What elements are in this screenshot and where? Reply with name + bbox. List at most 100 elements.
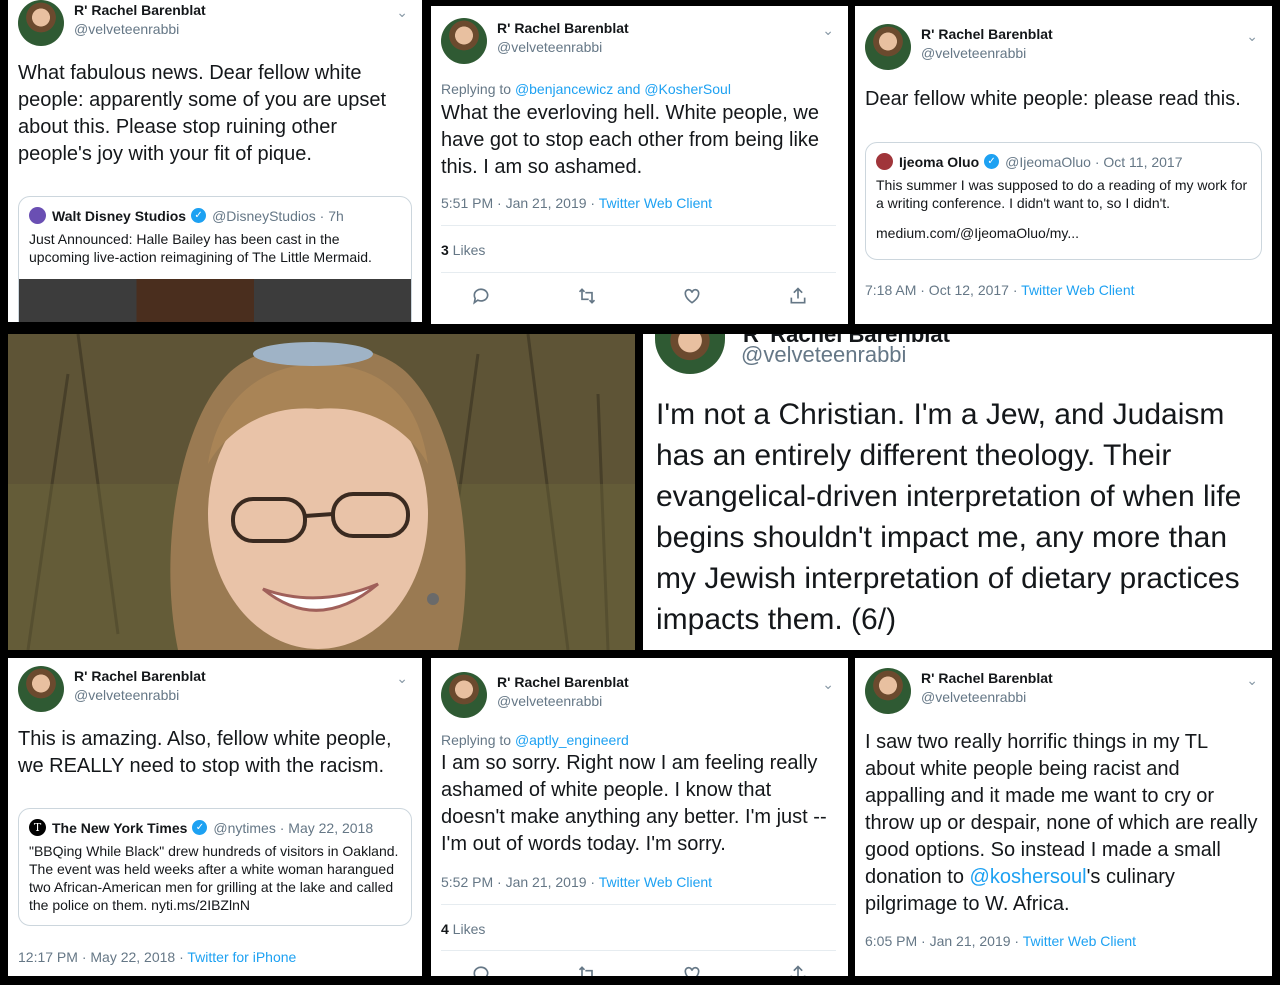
client-link[interactable]: Twitter Web Client (1023, 933, 1136, 949)
tweet-header: R' Rachel Barenblat @velveteenrabbi (865, 24, 1053, 70)
tweet-text-part-a: I saw two really horrific things in my T… (865, 731, 1258, 888)
tweet-meta: 12:17 PM · May 22, 2018 · Twitter for iP… (18, 949, 296, 965)
like-heart-icon[interactable] (682, 964, 702, 976)
author-name[interactable]: R' Rachel Barenblat (74, 668, 206, 684)
quoted-author-handle: @nytimes · May 22, 2018 (213, 819, 374, 836)
divider (441, 272, 836, 273)
ijeoma-avatar-icon (876, 153, 893, 170)
chevron-down-icon[interactable]: ⌄ (396, 4, 408, 21)
tweet-header: R' Rachel Barenblat @velveteenrabbi (441, 18, 629, 64)
client-link[interactable]: Twitter Web Client (1021, 282, 1134, 298)
disney-avatar-icon (29, 207, 46, 224)
verified-badge-icon: ✓ (191, 208, 207, 223)
quoted-author-handle: @IjeomaOluo · Oct 11, 2017 (1005, 153, 1183, 170)
replying-to: Replying to @aptly_engineerd (441, 732, 629, 748)
reply-icon[interactable] (471, 964, 491, 976)
tweet-meta: 5:52 PM · Jan 21, 2019 · Twitter Web Cli… (441, 874, 712, 890)
client-link[interactable]: Twitter for iPhone (187, 949, 296, 965)
quoted-author-name: The New York Times (52, 819, 188, 836)
like-heart-icon[interactable] (682, 286, 702, 306)
tweet-actions (471, 286, 808, 306)
quoted-tweet[interactable]: Ijeoma Oluo ✓ @IjeomaOluo · Oct 11, 2017… (865, 142, 1262, 260)
portrait-illustration (8, 334, 635, 650)
chevron-down-icon[interactable]: ⌄ (1246, 28, 1258, 45)
tweet-header: R' Rachel Barenblat @velveteenrabbi (865, 668, 1053, 714)
reply-mentions-link[interactable]: @aptly_engineerd (515, 732, 629, 748)
avatar[interactable] (18, 666, 64, 712)
replying-to: Replying to @benjancewicz and @KosherSou… (441, 81, 731, 97)
share-icon[interactable] (788, 964, 808, 976)
tweet-meta: 6:05 PM · Jan 21, 2019 · Twitter Web Cli… (865, 933, 1136, 949)
tweet-header: R' Rachel Barenblat @velveteenrabbi (18, 666, 206, 712)
reply-icon[interactable] (471, 286, 491, 306)
tweet-text: Dear fellow white people: please read th… (865, 88, 1241, 110)
author-name[interactable]: R' Rachel Barenblat (921, 670, 1053, 686)
quoted-author-name: Ijeoma Oluo (899, 153, 980, 170)
tweet-header: R' Rachel Barenblat @velveteenrabbi (441, 672, 629, 718)
timestamp[interactable]: 5:51 PM · Jan 21, 2019 · (441, 195, 599, 211)
author-handle[interactable]: @velveteenrabbi (74, 687, 206, 703)
avatar[interactable] (865, 24, 911, 70)
chevron-down-icon[interactable]: ⌄ (396, 670, 408, 687)
chevron-down-icon[interactable]: ⌄ (822, 22, 834, 39)
client-link[interactable]: Twitter Web Client (599, 195, 712, 211)
likes-count[interactable]: 3 Likes (441, 242, 485, 258)
quoted-author-handle: @DisneyStudios · 7h (212, 207, 344, 224)
reply-mentions-link[interactable]: @benjancewicz and @KosherSoul (515, 81, 731, 97)
tweet-panel-6: R' Rachel Barenblat @velveteenrabbi ⌄ Re… (431, 658, 848, 976)
verified-badge-icon: ✓ (984, 154, 1000, 169)
author-handle[interactable]: @velveteenrabbi (497, 39, 629, 55)
tweet-meta: 7:18 AM · Oct 12, 2017 · Twitter Web Cli… (865, 282, 1135, 298)
likes-count[interactable]: 4 Likes (441, 921, 485, 937)
retweet-icon[interactable] (577, 286, 597, 306)
avatar[interactable] (441, 672, 487, 718)
replying-to-label: Replying to (441, 81, 515, 97)
author-handle[interactable]: @velveteenrabbi (741, 342, 906, 368)
tweet-text: I saw two really horrific things in my T… (865, 729, 1260, 918)
author-name[interactable]: R' Rachel Barenblat (921, 26, 1053, 42)
divider (441, 904, 836, 905)
quoted-author-name: Walt Disney Studios (52, 207, 187, 224)
likes-number: 4 (441, 921, 449, 937)
chevron-down-icon[interactable]: ⌄ (822, 676, 834, 693)
tweet-panel-7: R' Rachel Barenblat @velveteenrabbi ⌄ I … (855, 658, 1272, 976)
timestamp[interactable]: 6:05 PM · Jan 21, 2019 · (865, 933, 1023, 949)
avatar[interactable] (441, 18, 487, 64)
client-link[interactable]: Twitter Web Client (599, 874, 712, 890)
timestamp[interactable]: 12:17 PM · May 22, 2018 · (18, 949, 187, 965)
tweet-panel-3: R' Rachel Barenblat @velveteenrabbi ⌄ De… (855, 6, 1272, 324)
mention-link[interactable]: @koshersoul (970, 866, 1087, 888)
avatar[interactable] (18, 0, 64, 46)
tweet-panel-1: R' Rachel Barenblat @velveteenrabbi ⌄ Wh… (8, 0, 422, 322)
timestamp[interactable]: 7:18 AM · Oct 12, 2017 · (865, 282, 1021, 298)
tweet-actions (471, 964, 808, 976)
author-handle[interactable]: @velveteenrabbi (497, 693, 629, 709)
tweet-text: What the everloving hell. White people, … (441, 102, 820, 178)
replying-to-label: Replying to (441, 732, 515, 748)
author-handle[interactable]: @velveteenrabbi (74, 21, 206, 37)
author-name[interactable]: R' Rachel Barenblat (74, 2, 206, 18)
quoted-link[interactable]: medium.com/@IjeomaOluo/my... (876, 224, 1251, 242)
tweet-header: R' Rachel Barenblat @velveteenrabbi (18, 0, 206, 46)
retweet-icon[interactable] (577, 964, 597, 976)
tweet-panel-4: R' Rachel Barenblat @velveteenrabbi I'm … (643, 334, 1272, 650)
quoted-text: This summer I was supposed to do a readi… (876, 177, 1248, 211)
quoted-media-image[interactable] (19, 279, 411, 322)
avatar[interactable] (655, 334, 725, 374)
quoted-tweet[interactable]: Walt Disney Studios ✓ @DisneyStudios · 7… (18, 196, 412, 322)
author-handle[interactable]: @velveteenrabbi (921, 45, 1053, 61)
timestamp[interactable]: 5:52 PM · Jan 21, 2019 · (441, 874, 599, 890)
likes-label: Likes (448, 242, 486, 258)
quoted-text: "BBQing While Black" drew hundreds of vi… (29, 843, 399, 913)
verified-badge-icon: ✓ (192, 820, 208, 835)
share-icon[interactable] (788, 286, 808, 306)
tweet-text: I am so sorry. Right now I am feeling re… (441, 752, 827, 855)
author-handle[interactable]: @velveteenrabbi (921, 689, 1053, 705)
avatar[interactable] (865, 668, 911, 714)
author-name[interactable]: R' Rachel Barenblat (497, 674, 629, 690)
chevron-down-icon[interactable]: ⌄ (1246, 672, 1258, 689)
tweet-meta: 5:51 PM · Jan 21, 2019 · Twitter Web Cli… (441, 195, 712, 211)
likes-label: Likes (448, 921, 486, 937)
quoted-tweet[interactable]: T The New York Times ✓ @nytimes · May 22… (18, 808, 412, 926)
author-name[interactable]: R' Rachel Barenblat (497, 20, 629, 36)
